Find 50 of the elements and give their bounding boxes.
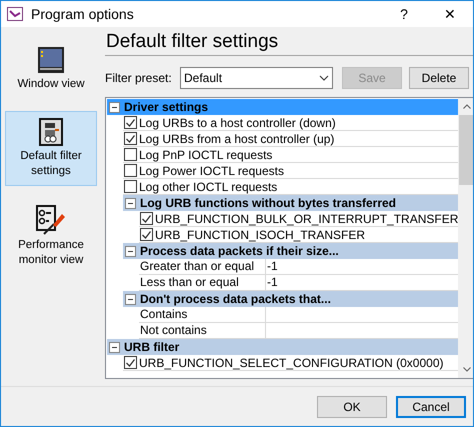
- checklist-screwdriver-icon: [36, 205, 66, 235]
- option-label: URB_FUNCTION_ISOCH_TRANSFER: [155, 226, 366, 244]
- checkbox[interactable]: [140, 212, 153, 225]
- close-button[interactable]: ✕: [427, 4, 473, 24]
- scroll-down-icon[interactable]: [462, 367, 471, 372]
- scrollbar-thumb[interactable]: [459, 115, 473, 185]
- property-name: Contains: [139, 307, 266, 323]
- checkbox[interactable]: [124, 132, 137, 145]
- collapse-toggle[interactable]: [109, 342, 120, 352]
- checkbox[interactable]: [124, 116, 137, 129]
- dialog-button[interactable]: OK: [317, 396, 387, 418]
- property-name: Greater than or equal: [139, 259, 266, 275]
- group-header[interactable]: URB filter: [107, 339, 458, 355]
- window-title: Program options: [31, 4, 134, 24]
- chevron-down-icon: [319, 75, 329, 81]
- option-label: Log other IOCTL requests: [139, 178, 278, 196]
- option-label: URB_FUNCTION_BULK_OR_INTERRUPT_TRANSFER: [155, 210, 458, 228]
- option-label: Log URBs to a host controller (down): [139, 114, 336, 132]
- dialog-button[interactable]: Cancel: [396, 396, 466, 418]
- filter-icon: [39, 118, 63, 146]
- group-header[interactable]: Log URB functions without bytes transferred: [123, 195, 458, 211]
- preset-dropdown[interactable]: Default: [180, 67, 333, 89]
- sidebar-item[interactable]: Default filter settings: [5, 111, 97, 186]
- app-icon: [7, 7, 23, 21]
- checkbox[interactable]: [124, 180, 137, 193]
- preset-button[interactable]: Delete: [409, 67, 469, 89]
- checkbox[interactable]: [140, 228, 153, 241]
- group-header[interactable]: Process data packets if their size...: [123, 243, 458, 259]
- option-label: Log PnP IOCTL requests: [139, 146, 272, 164]
- page-heading: Default filter settings: [105, 30, 473, 56]
- group-header[interactable]: Don't process data packets that...: [123, 291, 458, 307]
- filter-preset-label: Filter preset:: [105, 70, 173, 87]
- collapse-toggle[interactable]: [125, 246, 136, 256]
- scrollbar[interactable]: [458, 98, 473, 378]
- sidebar-item[interactable]: Performance monitor view: [5, 198, 97, 275]
- checkbox[interactable]: [124, 164, 137, 177]
- property-value[interactable]: -1: [266, 259, 458, 275]
- option-label: URB_FUNCTION_SELECT_CONFIGURATION (0x0000): [139, 354, 444, 372]
- scroll-up-icon[interactable]: [462, 104, 471, 109]
- checkbox[interactable]: [124, 148, 137, 161]
- checkbox[interactable]: [124, 356, 137, 369]
- sidebar-item[interactable]: Window view: [5, 39, 97, 99]
- help-button[interactable]: ?: [381, 4, 427, 24]
- option-label: Log URBs from a host controller (up): [139, 130, 334, 148]
- collapse-toggle[interactable]: [125, 198, 136, 208]
- option-label: Log Power IOCTL requests: [139, 162, 284, 180]
- collapse-toggle[interactable]: [125, 294, 136, 304]
- group-header[interactable]: Driver settings: [107, 99, 458, 115]
- window-view-icon: [37, 46, 65, 74]
- collapse-toggle[interactable]: [109, 102, 120, 112]
